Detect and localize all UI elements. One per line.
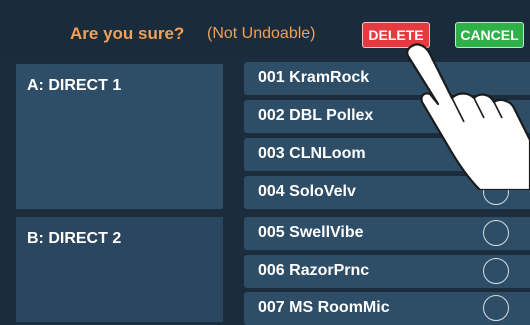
patch-label: 006 RazorPrnc bbox=[258, 262, 370, 279]
select-circle-icon[interactable] bbox=[483, 258, 509, 284]
not-undoable-note: (Not Undoable) bbox=[207, 25, 316, 42]
patch-row-004[interactable]: 004 SoloVelv bbox=[244, 176, 530, 209]
bank-a-panel[interactable]: A: DIRECT 1 bbox=[16, 64, 223, 209]
cancel-button[interactable]: CANCEL bbox=[455, 22, 524, 48]
select-circle-icon[interactable] bbox=[483, 295, 509, 321]
patch-label: 005 SwellVibe bbox=[258, 224, 364, 241]
confirm-prompt: Are you sure? bbox=[70, 24, 185, 43]
patch-row-006[interactable]: 006 RazorPrnc bbox=[244, 255, 530, 288]
patch-row-002[interactable]: 002 DBL Pollex bbox=[244, 100, 530, 133]
confirm-header: Are you sure? (Not Undoable) DELETE CANC… bbox=[0, 0, 530, 58]
patch-label: 003 CLNLoom bbox=[258, 145, 366, 162]
delete-button[interactable]: DELETE bbox=[362, 22, 430, 48]
patch-row-001[interactable]: 001 KramRock bbox=[244, 62, 530, 95]
patch-row-005[interactable]: 005 SwellVibe bbox=[244, 217, 530, 250]
bank-a-label: A: DIRECT 1 bbox=[27, 77, 122, 94]
patch-label: 007 MS RoomMic bbox=[258, 299, 390, 316]
patch-label: 004 SoloVelv bbox=[258, 183, 356, 200]
patch-label: 001 KramRock bbox=[258, 69, 370, 86]
patch-row-007[interactable]: 007 MS RoomMic bbox=[244, 292, 530, 325]
patch-row-003[interactable]: 003 CLNLoom bbox=[244, 138, 530, 171]
bank-b-panel[interactable]: B: DIRECT 2 bbox=[16, 217, 223, 322]
bank-b-label: B: DIRECT 2 bbox=[27, 230, 122, 247]
select-circle-icon[interactable] bbox=[483, 220, 509, 246]
select-circle-icon[interactable] bbox=[483, 179, 509, 205]
patch-label: 002 DBL Pollex bbox=[258, 107, 374, 124]
